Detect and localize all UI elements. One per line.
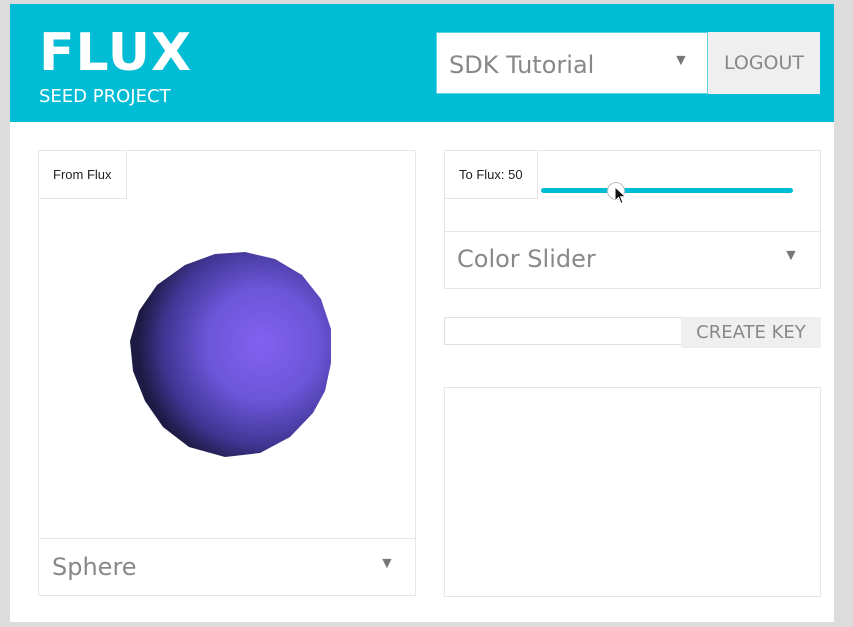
key-input[interactable] [444, 317, 682, 345]
slider-track[interactable] [541, 188, 793, 193]
create-key-button[interactable]: CREATE KEY [681, 317, 821, 348]
shape-select[interactable]: Sphere ▼ [39, 538, 415, 595]
project-select-value: SDK Tutorial [449, 51, 595, 79]
from-flux-label: From Flux [39, 151, 127, 199]
app-window: FLUX SEED PROJECT SDK Tutorial ▼ LOGOUT … [10, 4, 834, 622]
sphere-3d-viewport[interactable] [127, 251, 337, 461]
caret-down-icon: ▼ [673, 52, 689, 69]
to-flux-label: To Flux: 50 [445, 151, 538, 199]
viewport-panel: From Flux Sphere ▼ [38, 150, 416, 596]
shape-select-value: Sphere [52, 553, 137, 581]
caret-down-icon: ▼ [783, 247, 799, 264]
logout-button[interactable]: LOGOUT [708, 32, 820, 94]
color-select-value: Color Slider [457, 245, 596, 273]
project-select[interactable]: SDK Tutorial ▼ [436, 32, 708, 94]
caret-down-icon: ▼ [379, 555, 395, 572]
app-subtitle: SEED PROJECT [39, 86, 171, 107]
header: FLUX SEED PROJECT SDK Tutorial ▼ LOGOUT [10, 4, 834, 122]
slider-panel: To Flux: 50 Color Slider ▼ [444, 150, 821, 289]
mouse-cursor-icon [614, 187, 627, 205]
app-logo: FLUX [39, 23, 193, 83]
sphere-shape [130, 252, 331, 457]
output-textarea[interactable] [444, 387, 821, 597]
panel-divider [445, 231, 820, 232]
